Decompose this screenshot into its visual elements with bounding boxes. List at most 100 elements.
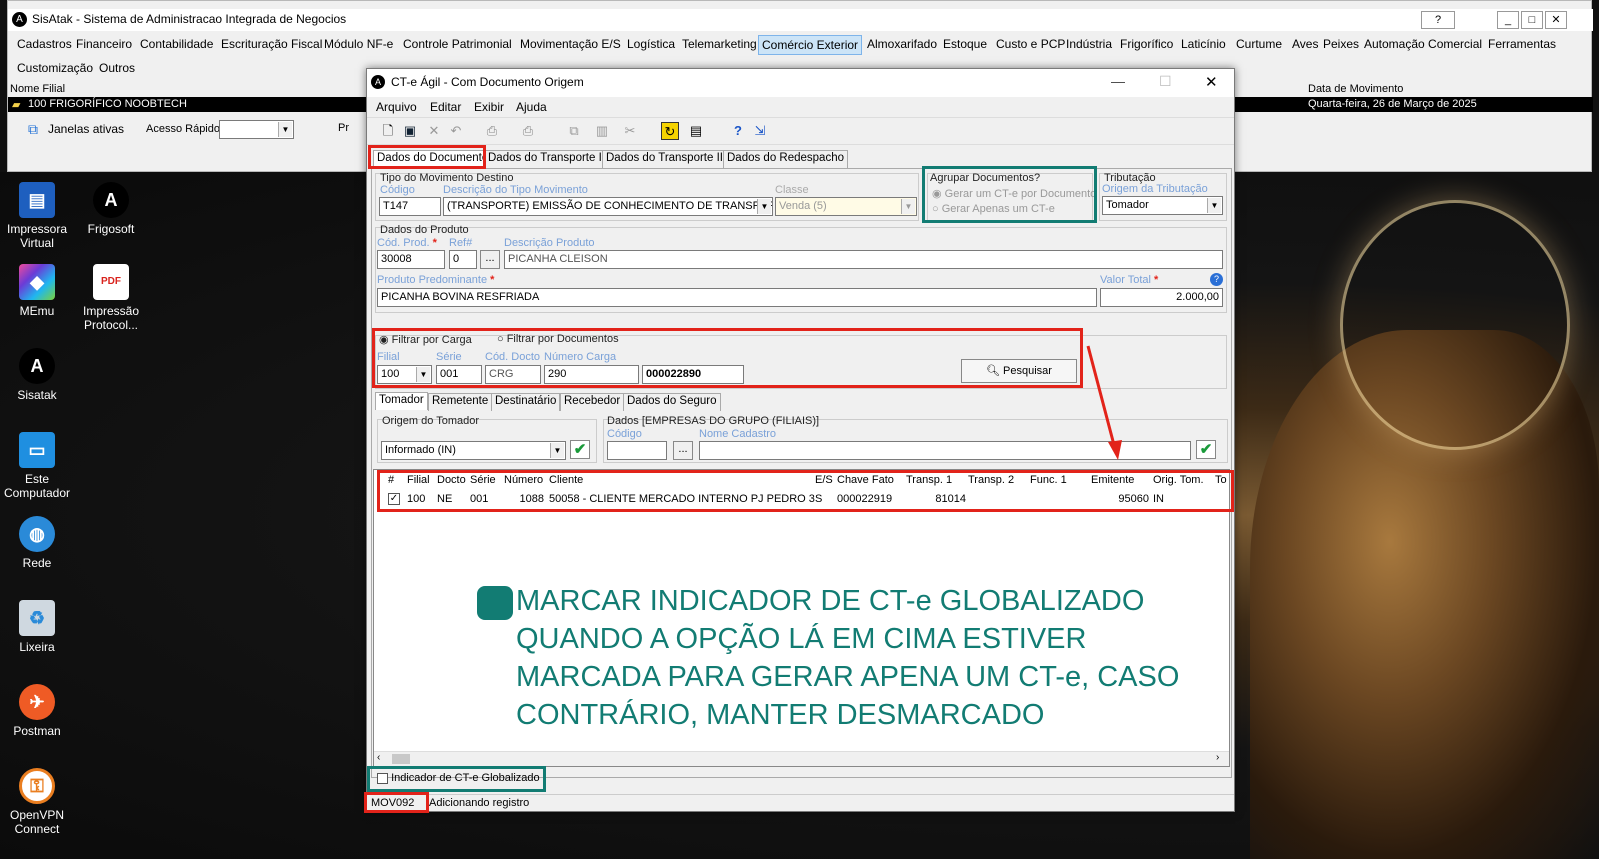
menu-item-cadastros[interactable]: Cadastros — [14, 35, 75, 53]
minimize-button[interactable]: _ — [1497, 11, 1519, 29]
janelas-ativas-button[interactable]: Janelas ativas — [48, 122, 124, 136]
menu-item-com-rcio-exterior[interactable]: Comércio Exterior — [758, 35, 863, 55]
menu-item-estoque[interactable]: Estoque — [940, 35, 990, 53]
desktop-icon-rede[interactable]: ◍ Rede — [0, 516, 74, 570]
exit-icon[interactable]: ⇲ — [751, 122, 769, 140]
maximize-button[interactable]: □ — [1521, 11, 1543, 29]
menu-item-row2[interactable]: Customização — [14, 59, 96, 77]
tab-dados-transporte-1[interactable]: Dados do Transporte I — [484, 150, 606, 168]
menu-item-latic-nio[interactable]: Laticínio — [1178, 35, 1229, 53]
menu-item-curtume[interactable]: Curtume — [1233, 35, 1285, 53]
print-icon[interactable]: ⎙ — [519, 122, 537, 140]
undo-icon[interactable]: ↶ — [447, 122, 465, 140]
maximize-button[interactable]: ☐ — [1159, 73, 1172, 90]
desktop-icon-impressora-virtual[interactable]: ▤ Impressora Virtual — [0, 182, 74, 250]
help-button[interactable]: ? — [1421, 11, 1455, 29]
subtab-tomador[interactable]: Tomador — [375, 392, 428, 410]
close-button[interactable]: ✕ — [1545, 11, 1567, 29]
info-icon[interactable]: ? — [1210, 273, 1223, 286]
preview-icon[interactable]: ⎙ — [483, 122, 501, 140]
desktop-icon-label: Frigosoft — [87, 222, 135, 236]
delete-icon[interactable]: ✕ — [425, 122, 443, 140]
cte-menu-item[interactable]: Exibir — [471, 98, 507, 116]
origem-tomador-title: Origem do Tomador — [382, 415, 480, 427]
menu-item-ind-stria[interactable]: Indústria — [1063, 35, 1115, 53]
cte-menu-item[interactable]: Editar — [427, 98, 464, 116]
origem-trib-select[interactable]: Tomador ▼ — [1102, 196, 1223, 215]
prod-pred-label-text: Produto Predominante — [377, 274, 488, 286]
cte-menu-item[interactable]: Arquivo — [373, 98, 420, 116]
desktop-icon-memu[interactable]: ◆ MEmu — [0, 264, 74, 318]
desktop-icon-este-computador[interactable]: ▭ Este Computador — [0, 432, 74, 500]
close-button[interactable]: ✕ — [1205, 73, 1218, 91]
menu-item-ferramentas[interactable]: Ferramentas — [1485, 35, 1559, 53]
desc-prod-input: PICANHA CLEISON — [504, 250, 1223, 269]
refresh-icon[interactable]: ↻ — [661, 122, 679, 140]
subtab-remetente[interactable]: Remetente — [428, 393, 493, 411]
subtab-dados-seguro[interactable]: Dados do Seguro — [623, 393, 721, 411]
main-titlebar: A SisAtak - Sistema de Administracao Int… — [8, 9, 1593, 31]
paste-icon[interactable]: ▥ — [593, 122, 611, 140]
desktop-icon-openvpn[interactable]: ⚿ OpenVPN Connect — [0, 768, 74, 836]
prod-pred-input[interactable]: PICANHA BOVINA RESFRIADA — [377, 288, 1097, 307]
menu-item-controle-patrimonial[interactable]: Controle Patrimonial — [400, 35, 515, 53]
confirm-check-icon[interactable]: ✔ — [1196, 440, 1216, 459]
menu-item-row2[interactable]: Outros — [96, 59, 138, 77]
pr-button[interactable]: Pr — [338, 122, 349, 134]
menu-item-movimenta-o-e-s[interactable]: Movimentação E/S — [517, 35, 624, 53]
emp-search-button[interactable]: ... — [673, 441, 693, 460]
sisatak-icon: A — [19, 348, 55, 384]
menu-item-almoxarifado[interactable]: Almoxarifado — [864, 35, 940, 53]
note-bullet — [477, 586, 513, 620]
menu-item-escritura-o-fiscal[interactable]: Escrituração Fiscal — [218, 35, 325, 53]
menu-item-aves[interactable]: Aves — [1289, 35, 1321, 53]
menu-item-m-dulo-nf-e[interactable]: Módulo NF-e — [321, 35, 396, 53]
memu-icon: ◆ — [19, 264, 55, 300]
highlight-agrupar — [922, 166, 1097, 223]
ref-label: Ref# — [449, 237, 473, 249]
cte-menu-item[interactable]: Ajuda — [513, 98, 550, 116]
report-icon[interactable]: ▤ — [687, 122, 705, 140]
scroll-left-icon[interactable]: ‹ — [377, 752, 380, 763]
cod-prod-input[interactable]: 30008 — [377, 250, 445, 269]
desc-prod-label: Descrição Produto — [504, 237, 595, 249]
origem-tomador-select[interactable]: Informado (IN) ▼ — [381, 441, 566, 460]
menu-item-financeiro[interactable]: Financeiro — [73, 35, 135, 53]
subtab-destinatario[interactable]: Destinatário — [491, 393, 561, 411]
subtab-recebedor[interactable]: Recebedor — [560, 393, 625, 411]
codigo-input[interactable]: T147 — [379, 197, 441, 216]
tipo-movimento-title: Tipo do Movimento Destino — [380, 172, 514, 184]
origem-tomador-value: Informado (IN) — [385, 444, 456, 456]
menu-item-contabilidade[interactable]: Contabilidade — [137, 35, 216, 53]
menu-item-peixes[interactable]: Peixes — [1320, 35, 1362, 53]
desktop-icon-lixeira[interactable]: ♻ Lixeira — [0, 600, 74, 654]
horizontal-scrollbar[interactable]: ‹ › — [374, 751, 1229, 766]
new-icon[interactable]: 🗋 — [379, 122, 397, 140]
minimize-button[interactable]: — — [1111, 73, 1125, 89]
emp-codigo-input[interactable] — [607, 441, 667, 460]
desc-tipo-select[interactable]: (TRANSPORTE) EMISSÃO DE CONHECIMENTO DE … — [443, 197, 773, 216]
tab-dados-redespacho[interactable]: Dados do Redespacho — [723, 150, 848, 168]
save-icon[interactable]: ▣ — [401, 122, 419, 140]
valor-total-input[interactable]: 2.000,00 — [1100, 288, 1223, 307]
ref-search-button[interactable]: ... — [480, 250, 500, 269]
menu-item-automa-o-comercial[interactable]: Automação Comercial — [1361, 35, 1485, 53]
copy-icon[interactable]: ⧉ — [565, 122, 583, 140]
desktop-icon-postman[interactable]: ✈ Postman — [0, 684, 74, 738]
menu-item-custo-e-pcp[interactable]: Custo e PCP — [993, 35, 1068, 53]
desktop-icon-impressao-protocol[interactable]: PDF Impressão Protocol... — [74, 264, 148, 332]
ref-input[interactable]: 0 — [449, 250, 477, 269]
acesso-rapido-select[interactable]: ▼ — [219, 120, 294, 139]
desktop-icon-sisatak[interactable]: A Sisatak — [0, 348, 74, 402]
help-icon[interactable]: ? — [729, 122, 747, 140]
menu-item-telemarketing[interactable]: Telemarketing — [679, 35, 760, 53]
menu-item-frigor-fico[interactable]: Frigorífico — [1117, 35, 1176, 53]
confirm-check-icon[interactable]: ✔ — [570, 440, 590, 459]
menu-item-log-stica[interactable]: Logística — [624, 35, 678, 53]
red-arrow — [1086, 345, 1122, 460]
tab-dados-transporte-2[interactable]: Dados do Transporte II — [602, 150, 727, 168]
scroll-right-icon[interactable]: › — [1216, 752, 1219, 763]
cut-icon[interactable]: ✂ — [621, 122, 639, 140]
scroll-thumb[interactable] — [392, 754, 410, 764]
desktop-icon-frigosoft[interactable]: A Frigosoft — [74, 182, 148, 236]
